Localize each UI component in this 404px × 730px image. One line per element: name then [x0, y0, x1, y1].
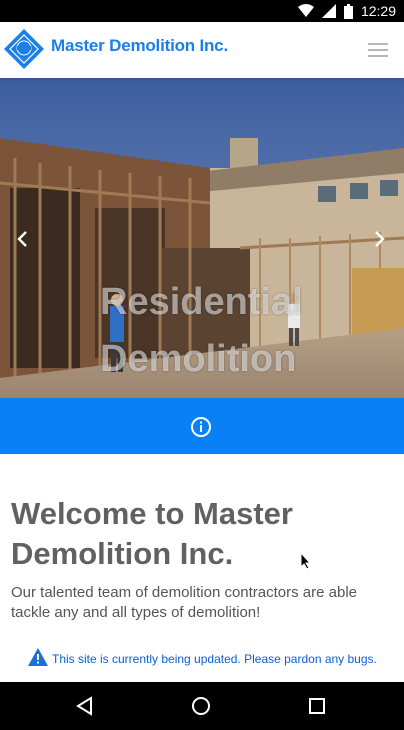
info-circle-icon[interactable] [190, 416, 212, 438]
status-bar: 12:29 [0, 0, 404, 22]
battery-icon [343, 3, 353, 19]
chevron-right-icon[interactable] [368, 228, 390, 250]
warning-icon [28, 648, 48, 670]
intro-text: Our talented team of demolition contract… [11, 584, 358, 621]
clock: 12:29 [360, 3, 396, 19]
status-icons: 12:29 [297, 2, 396, 20]
cell-signal-icon [321, 4, 336, 18]
notice-text: This site is currently being updated. Pl… [52, 652, 377, 666]
update-notice: This site is currently being updated. Pl… [28, 648, 377, 670]
hero-title-line: Demolition [100, 338, 297, 380]
page-heading: Welcome to Master Demolition Inc. [11, 496, 293, 571]
hero-slide-title: Residential Demolition Services [100, 274, 340, 398]
recents-square-icon[interactable] [307, 696, 327, 716]
system-nav-bar [0, 682, 404, 730]
hamburger-icon[interactable] [368, 43, 388, 57]
hero-title-line: Residential [100, 281, 303, 323]
chevron-left-icon[interactable] [12, 228, 34, 250]
wifi-icon [297, 4, 314, 18]
brand-name[interactable]: Master Demolition Inc. [51, 36, 228, 56]
site-header: Master Demolition Inc. [0, 22, 404, 78]
back-triangle-icon[interactable] [75, 696, 95, 716]
company-logo[interactable] [3, 28, 45, 70]
hero-carousel: Residential Demolition Services [0, 78, 404, 398]
mouse-cursor-icon [300, 551, 312, 574]
home-circle-icon[interactable] [191, 696, 211, 716]
hero-title-line: Services [100, 388, 340, 398]
